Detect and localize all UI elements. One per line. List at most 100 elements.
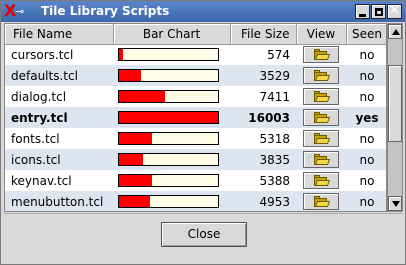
- seen-cell: no: [346, 149, 386, 170]
- file-table: File Name Bar Chart File Size View Seen …: [4, 23, 387, 212]
- scroll-down-button[interactable]: [388, 196, 402, 211]
- view-button[interactable]: [303, 193, 339, 210]
- file-name-cell: menubutton.tcl: [5, 191, 113, 211]
- minimize-button[interactable]: [355, 4, 370, 19]
- bar-chart-cell: [113, 149, 230, 170]
- bar-track: [118, 90, 219, 103]
- bar-track: [118, 111, 219, 124]
- maximize-icon: [375, 8, 383, 16]
- table-row[interactable]: cursors.tcl 574 no: [5, 44, 386, 65]
- table-row[interactable]: icons.tcl 3835 no: [5, 149, 386, 170]
- folder-open-icon: [314, 70, 331, 81]
- view-cell: [296, 191, 346, 211]
- close-button[interactable]: Close: [161, 222, 247, 247]
- column-header-file-name[interactable]: File Name: [5, 24, 114, 45]
- close-window-button[interactable]: ✕: [387, 3, 402, 19]
- file-name-cell: keynav.tcl: [5, 170, 113, 191]
- seen-cell: no: [346, 65, 386, 86]
- bar-fill: [119, 91, 165, 102]
- bar-chart-cell: [113, 170, 230, 191]
- view-cell: [296, 149, 346, 170]
- bar-fill: [119, 133, 152, 144]
- close-icon: ✕: [389, 3, 400, 18]
- file-size-cell: 4953: [230, 191, 296, 211]
- bar-fill: [119, 49, 123, 61]
- bar-track: [118, 48, 219, 62]
- minimize-icon: [359, 14, 366, 17]
- view-button[interactable]: [303, 172, 339, 189]
- folder-open-icon: [314, 154, 331, 165]
- file-name-cell: defaults.tcl: [5, 65, 113, 86]
- column-header-bar-chart[interactable]: Bar Chart: [113, 24, 231, 45]
- bar-track: [118, 153, 219, 166]
- view-button[interactable]: [303, 151, 339, 168]
- folder-open-icon: [314, 91, 331, 102]
- table-row[interactable]: fonts.tcl 5318 no: [5, 128, 386, 149]
- tile-library-window: X ⊸ Tile Library Scripts ✕ File Name Bar …: [0, 0, 406, 265]
- window-title: Tile Library Scripts: [41, 4, 170, 18]
- file-size-cell: 3529: [230, 65, 296, 86]
- bar-track: [118, 174, 219, 187]
- table-row[interactable]: keynav.tcl 5388 no: [5, 170, 386, 191]
- table-row[interactable]: dialog.tcl 7411 no: [5, 86, 386, 107]
- bar-chart-cell: [113, 191, 230, 211]
- view-cell: [296, 44, 346, 65]
- tk-x-icon[interactable]: X ⊸: [4, 1, 24, 20]
- column-header-seen[interactable]: Seen: [346, 24, 386, 45]
- view-cell: [296, 128, 346, 149]
- view-button[interactable]: [303, 109, 339, 126]
- view-cell: [296, 86, 346, 107]
- folder-open-icon: [314, 196, 331, 207]
- file-size-cell: 5318: [230, 128, 296, 149]
- view-button[interactable]: [303, 130, 339, 147]
- scroll-up-button[interactable]: [388, 24, 402, 39]
- bar-chart-cell: [113, 44, 230, 65]
- table-row[interactable]: defaults.tcl 3529 no: [5, 65, 386, 86]
- maximize-button[interactable]: [371, 4, 386, 19]
- view-button[interactable]: [303, 67, 339, 84]
- view-cell: [296, 170, 346, 191]
- file-size-cell: 7411: [230, 86, 296, 107]
- bar-chart-cell: [113, 65, 230, 86]
- bar-track: [118, 69, 219, 82]
- seen-cell: no: [346, 128, 386, 149]
- column-header-file-size[interactable]: File Size: [230, 24, 297, 45]
- seen-cell: no: [346, 191, 386, 211]
- view-button[interactable]: [303, 46, 339, 64]
- seen-cell: no: [346, 44, 386, 65]
- file-name-cell: cursors.tcl: [5, 44, 113, 65]
- title-bar[interactable]: X ⊸ Tile Library Scripts ✕: [1, 1, 405, 22]
- bar-track: [118, 132, 219, 145]
- file-size-cell: 16003: [230, 107, 296, 128]
- folder-open-icon: [314, 112, 331, 123]
- folder-open-icon: [314, 175, 331, 186]
- file-size-cell: 574: [230, 44, 296, 65]
- separator: [4, 213, 402, 214]
- table-row[interactable]: entry.tcl 16003 yes: [5, 107, 386, 128]
- bar-chart-cell: [113, 107, 230, 128]
- view-button[interactable]: [303, 88, 339, 105]
- table-header: File Name Bar Chart File Size View Seen: [5, 24, 386, 45]
- bar-chart-cell: [113, 86, 230, 107]
- scrollbar-thumb[interactable]: [388, 65, 402, 142]
- bar-chart-cell: [113, 128, 230, 149]
- file-size-cell: 5388: [230, 170, 296, 191]
- bar-fill: [119, 175, 152, 186]
- seen-cell: no: [346, 170, 386, 191]
- file-name-cell: entry.tcl: [5, 107, 113, 128]
- view-cell: [296, 65, 346, 86]
- vertical-scrollbar[interactable]: [387, 23, 403, 212]
- folder-open-icon: [314, 49, 331, 61]
- bar-track: [118, 195, 219, 208]
- column-header-view[interactable]: View: [296, 24, 347, 45]
- file-name-cell: fonts.tcl: [5, 128, 113, 149]
- file-size-cell: 3835: [230, 149, 296, 170]
- bar-fill: [119, 112, 218, 123]
- table-row[interactable]: menubutton.tcl 4953 no: [5, 191, 386, 211]
- bar-fill: [119, 196, 150, 207]
- seen-cell: no: [346, 86, 386, 107]
- seen-cell: yes: [346, 107, 386, 128]
- file-name-cell: dialog.tcl: [5, 86, 113, 107]
- arrow-up-icon: [392, 29, 400, 35]
- view-cell: [296, 107, 346, 128]
